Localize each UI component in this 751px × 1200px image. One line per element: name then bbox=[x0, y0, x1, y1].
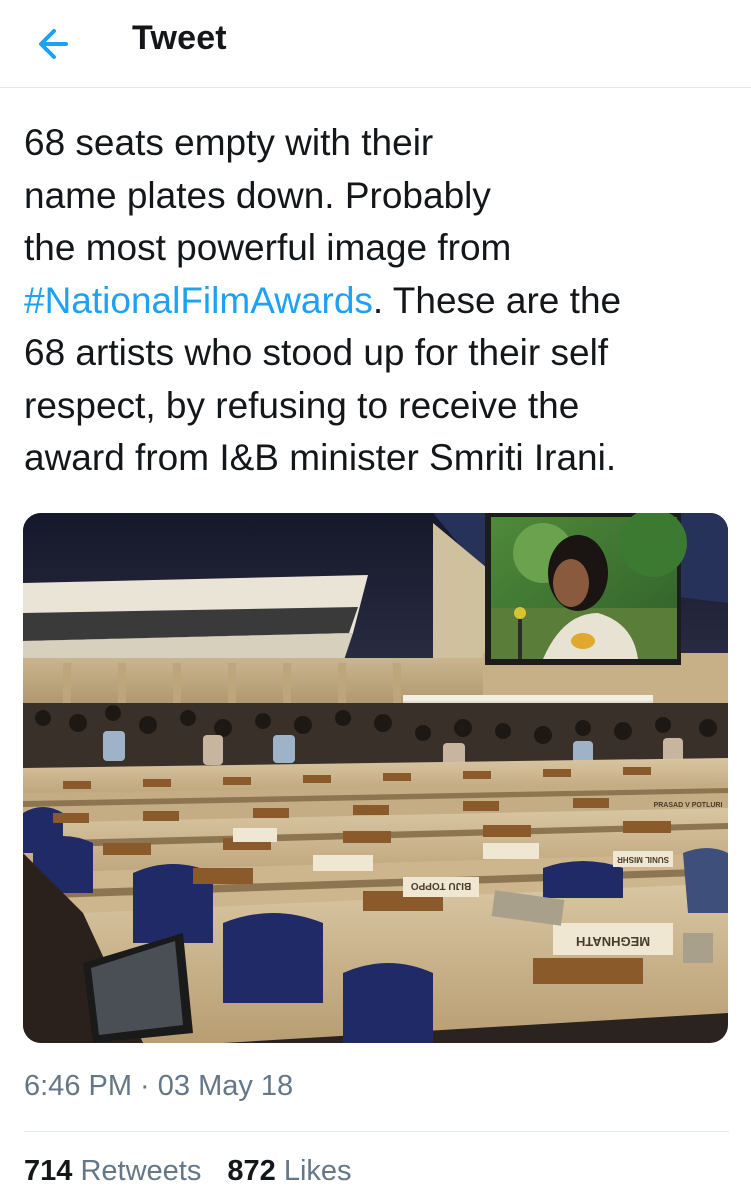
retweets-label: Retweets bbox=[80, 1155, 202, 1187]
likes-count: 872 bbox=[227, 1155, 276, 1187]
page-title: Tweet bbox=[132, 19, 227, 57]
tweet-text-line: 68 seats empty with their bbox=[24, 122, 434, 163]
name-plate-label: PRASAD V POTLURI bbox=[654, 802, 723, 809]
back-button[interactable] bbox=[30, 22, 80, 66]
arrow-left-icon bbox=[39, 29, 68, 59]
retweets-stat[interactable]: 714 Retweets bbox=[24, 1155, 209, 1187]
tweet-text-line: the most powerful image from bbox=[24, 227, 512, 268]
retweets-count: 714 bbox=[24, 1155, 73, 1187]
tweet-text-line: name plates down. Probably bbox=[24, 174, 491, 216]
tweet-stats: 714 Retweets 872 Likes bbox=[24, 1155, 352, 1188]
auditorium-photo: MEGHNATH BIJU TOPPO SUNIL MISHR PRASAD V… bbox=[23, 513, 728, 1043]
tweet-text-line: #NationalFilmAwards. These are the bbox=[24, 275, 724, 328]
top-bar: Tweet bbox=[0, 0, 751, 88]
tweet-timestamp: 6:46 PM · 03 May 18 bbox=[24, 1070, 294, 1102]
tweet-text-line: 68 artists who stood up for their self bbox=[24, 332, 609, 373]
tweet-text-line: award from I&B minister Smriti Irani. bbox=[24, 437, 617, 478]
hashtag-link[interactable]: #NationalFilmAwards bbox=[24, 280, 373, 321]
likes-stat[interactable]: 872 Likes bbox=[227, 1155, 351, 1187]
tweet-photo[interactable]: MEGHNATH BIJU TOPPO SUNIL MISHR PRASAD V… bbox=[23, 513, 728, 1043]
likes-label: Likes bbox=[283, 1155, 352, 1187]
tweet-text: 68 seats empty with their name plates do… bbox=[24, 117, 724, 485]
tweet-text-fragment: . These are the bbox=[372, 279, 622, 321]
name-plate-label: BIJU TOPPO bbox=[411, 880, 472, 891]
name-plate-label: MEGHNATH bbox=[576, 934, 650, 949]
divider bbox=[24, 1131, 729, 1132]
tweet-text-line: respect, by refusing to receive the bbox=[24, 384, 580, 426]
name-plate-label: SUNIL MISHR bbox=[617, 855, 669, 864]
